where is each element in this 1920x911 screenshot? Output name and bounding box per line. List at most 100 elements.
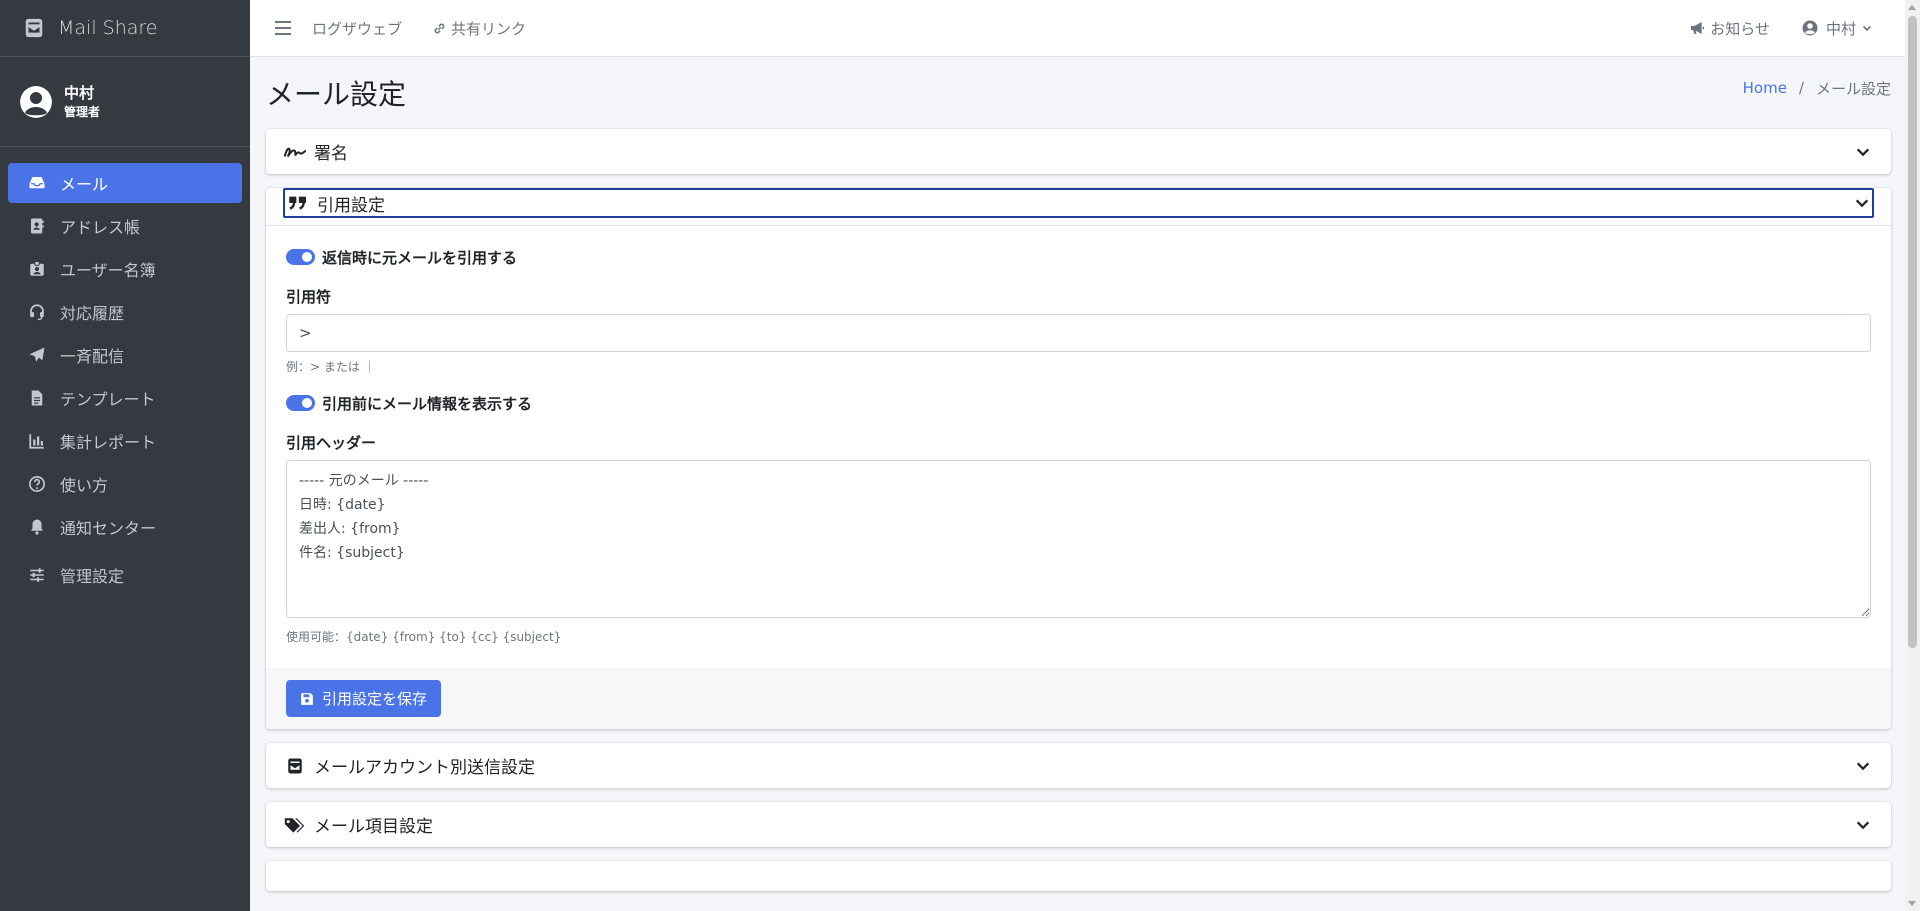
mail-items-settings-title: メール項目設定 [314, 817, 433, 837]
quote-mark-input[interactable] [286, 314, 1871, 352]
sidebar-item-reports[interactable]: 集計レポート [8, 421, 242, 461]
sidebar: Mail Share 中村 管理者 メール アドレス帳 ユーザー名簿 対応履歴 … [0, 0, 250, 911]
signature-icon [284, 142, 306, 162]
sidebar-item-notifications[interactable]: 通知センター [8, 507, 242, 547]
mail-bulk-icon [284, 756, 306, 776]
id-badge-icon [26, 260, 48, 278]
chart-bar-icon [26, 432, 48, 450]
account-send-settings-title: メールアカウント別送信設定 [314, 758, 535, 778]
chevron-down-icon [1852, 193, 1872, 213]
user-role: 管理者 [64, 104, 101, 119]
breadcrumb-home-link[interactable]: Home [1743, 79, 1787, 97]
quote-mark-label: 引用符 [286, 287, 332, 306]
chevron-down-icon [1853, 142, 1873, 162]
sidebar-item-label: 管理設定 [60, 567, 125, 586]
scroll-down-arrow[interactable] [1908, 901, 1916, 906]
breadcrumb-current: メール設定 [1815, 79, 1891, 98]
quote-original-toggle[interactable]: 返信時に元メールを引用する [286, 242, 1871, 272]
signature-card-title: 署名 [314, 144, 348, 164]
brand-link[interactable]: Mail Share [0, 0, 250, 57]
quote-settings-header-wrap: 引用設定 [266, 188, 1891, 226]
quote-mark-help: 例：> または ｜ [286, 360, 376, 374]
sidebar-item-user-directory[interactable]: ユーザー名簿 [8, 249, 242, 289]
mail-items-settings-header[interactable]: メール項目設定 [266, 802, 1891, 847]
quote-header-label: 引用ヘッダー [286, 433, 377, 452]
chevron-down-icon [1853, 756, 1873, 776]
sidebar-item-help[interactable]: 使い方 [8, 464, 242, 504]
sliders-icon [26, 566, 48, 584]
scroll-up-arrow[interactable] [1908, 5, 1916, 10]
sidebar-item-admin-settings[interactable]: 管理設定 [8, 555, 242, 595]
user-name: 中村 [64, 83, 95, 102]
topnav-logzaweb-link[interactable]: ログザウェブ [312, 18, 402, 39]
toggle-switch[interactable] [286, 395, 315, 411]
file-icon [26, 389, 48, 407]
inbox-icon [26, 174, 48, 192]
save-icon [301, 692, 313, 705]
bullhorn-icon [1691, 22, 1705, 34]
notifications-link[interactable]: お知らせ [1688, 18, 1770, 39]
save-quote-settings-button[interactable]: 引用設定を保存 [286, 680, 442, 717]
main-content: メール設定 Home / メール設定 署名 引用設定 返信時に元メールを引用する… [266, 57, 1891, 905]
headset-icon [26, 303, 48, 321]
sidebar-item-label: 対応履歴 [60, 304, 125, 323]
account-send-settings-header[interactable]: メールアカウント別送信設定 [266, 743, 1891, 788]
signature-card-header[interactable]: 署名 [266, 129, 1891, 174]
sidebar-item-mail[interactable]: メール [8, 163, 242, 203]
question-circle-icon [26, 475, 48, 493]
sidebar-item-broadcast[interactable]: 一斉配信 [8, 335, 242, 375]
quote-original-toggle-label: 返信時に元メールを引用する [322, 248, 518, 267]
quote-header-toggle[interactable]: 引用前にメール情報を表示する [286, 388, 1871, 418]
quote-settings-footer: 引用設定を保存 [266, 668, 1891, 729]
topnav-shared-link[interactable]: 共有リンク [432, 18, 526, 39]
topbar-right: お知らせ 中村 [1688, 18, 1905, 39]
quote-settings-card-title: 引用設定 [317, 195, 385, 216]
user-menu-label: 中村 [1825, 19, 1856, 38]
sidebar-item-history[interactable]: 対応履歴 [8, 292, 242, 332]
chevron-down-icon [1853, 815, 1873, 835]
menu-toggle-icon[interactable] [272, 19, 294, 37]
topnav-shared-link-label: 共有リンク [451, 19, 527, 38]
quote-header-help: 使用可能：{date} {from} {to} {cc} {subject} [286, 630, 562, 644]
quote-header-toggle-label: 引用前にメール情報を表示する [322, 394, 533, 413]
user-circle-icon [1802, 20, 1818, 36]
mail-bulk-icon [22, 16, 46, 40]
chevron-down-icon [1862, 25, 1872, 32]
quote-settings-body: 返信時に元メールを引用する 引用符 例：> または ｜ 引用前にメール情報を表示… [266, 226, 1891, 668]
topbar: ログザウェブ 共有リンク お知らせ 中村 [250, 0, 1905, 57]
quote-settings-card-header[interactable]: 引用設定 [283, 188, 1874, 218]
sidebar-item-label: 通知センター [60, 519, 157, 538]
notifications-label: お知らせ [1710, 19, 1770, 38]
signature-card: 署名 [266, 129, 1891, 174]
paper-plane-icon [26, 346, 48, 364]
sidebar-item-label: テンプレート [60, 390, 156, 409]
sidebar-item-address-book[interactable]: アドレス帳 [8, 206, 242, 246]
bell-icon [26, 518, 48, 536]
breadcrumb-separator: / [1798, 79, 1804, 97]
mail-items-settings-card: メール項目設定 [266, 802, 1891, 847]
save-quote-settings-label: 引用設定を保存 [322, 690, 428, 708]
breadcrumb: Home / メール設定 [1743, 78, 1891, 99]
sidebar-item-label: ユーザー名簿 [60, 261, 156, 280]
sidebar-item-label: 集計レポート [60, 433, 157, 452]
toggle-switch[interactable] [286, 249, 315, 265]
address-book-icon [26, 217, 48, 235]
sidebar-item-label: アドレス帳 [60, 218, 141, 237]
sidebar-item-label: メール [60, 175, 109, 194]
user-panel[interactable]: 中村 管理者 [0, 57, 250, 147]
quote-header-textarea[interactable]: ----- 元のメール ----- 日時: {date} 差出人: {from}… [286, 460, 1871, 618]
quote-settings-card: 引用設定 返信時に元メールを引用する 引用符 例：> または ｜ 引用前にメール… [266, 188, 1891, 729]
sidebar-nav: メール アドレス帳 ユーザー名簿 対応履歴 一斉配信 テンプレート 集計レポート [0, 147, 250, 595]
account-send-settings-card: メールアカウント別送信設定 [266, 743, 1891, 788]
sidebar-item-templates[interactable]: テンプレート [8, 378, 242, 418]
quote-left-icon [287, 193, 309, 213]
sidebar-item-label: 一斉配信 [60, 347, 125, 366]
brand-name: Mail Share [58, 17, 158, 39]
page-scrollbar[interactable] [1905, 0, 1920, 911]
user-menu-dropdown[interactable]: 中村 [1802, 18, 1877, 39]
next-settings-card [266, 861, 1891, 891]
scroll-thumb[interactable] [1908, 16, 1917, 648]
page-title: メール設定 [266, 78, 407, 111]
tags-icon [284, 815, 306, 835]
sidebar-item-label: 使い方 [60, 476, 109, 495]
